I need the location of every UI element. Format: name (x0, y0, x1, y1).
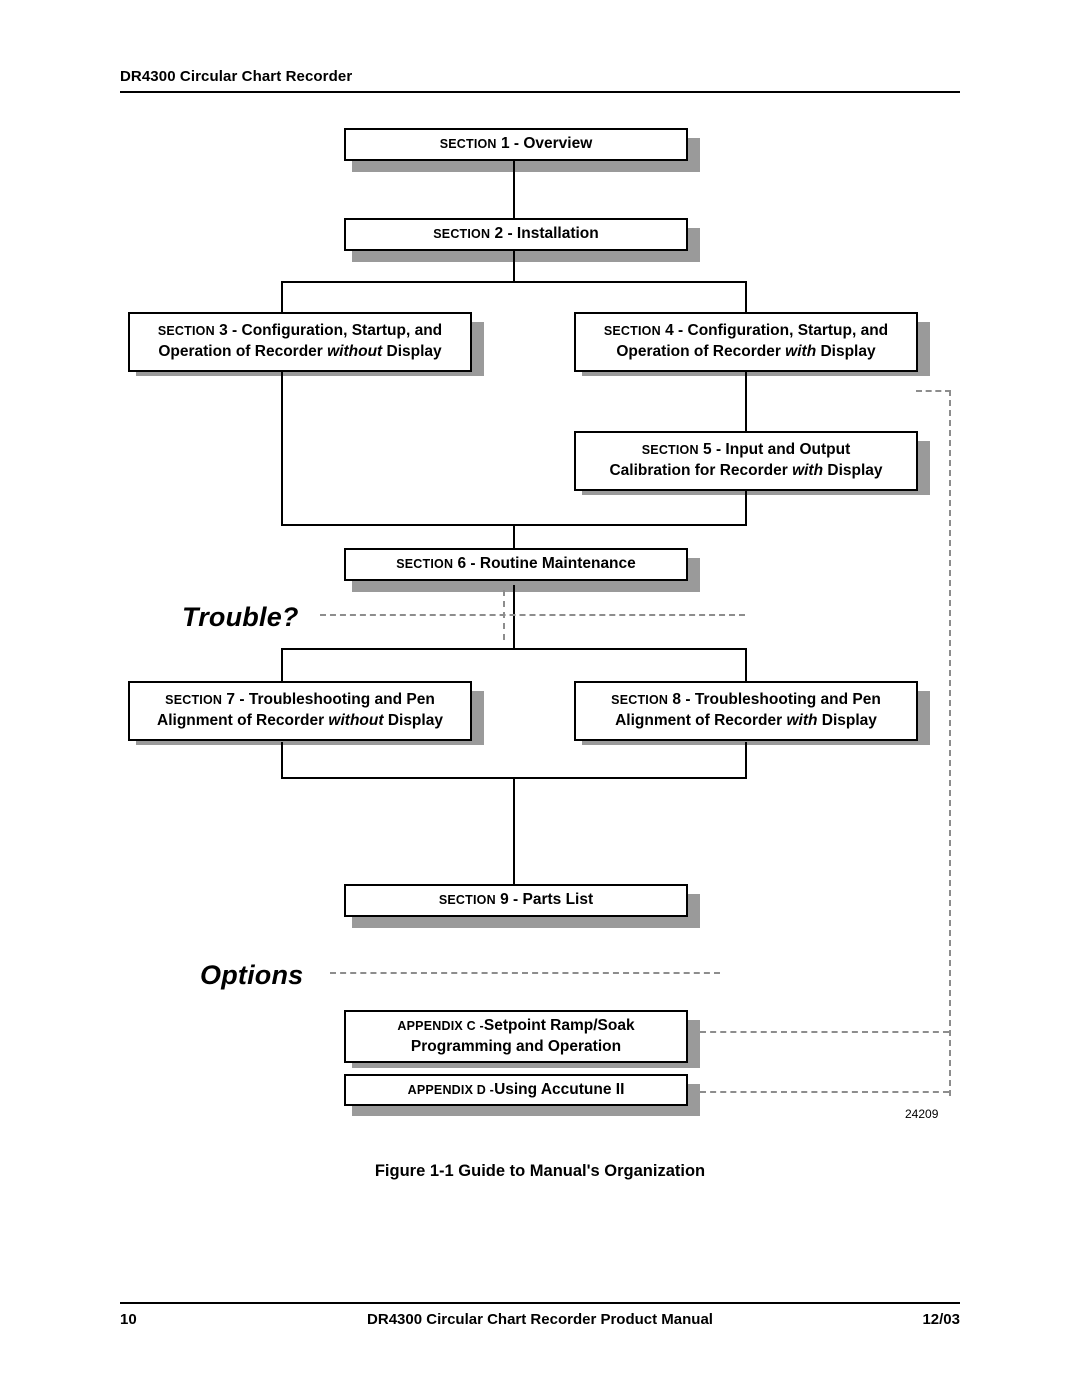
drawing-number: 24209 (905, 1107, 939, 1121)
node-section-6-label: SECTION 6 - Routine Maintenance (396, 555, 636, 573)
connector-split-bar-s3-s4 (281, 281, 747, 283)
node-appendix-d-label: APPENDIX D -Using Accutune II (407, 1080, 625, 1098)
connector-down-to-s4 (745, 281, 747, 313)
node-section-5-label: SECTION 5 - Input and Output Calibration … (609, 441, 883, 479)
node-section-4-label: SECTION 4 - Configuration, Startup, and O… (603, 322, 889, 360)
connector-s8-down (745, 742, 747, 778)
node-section-7[interactable]: SECTION 7 - Troubleshooting and Pen Align… (128, 681, 472, 741)
connector-s1-s2 (513, 160, 515, 222)
node-section-1-label: SECTION 1 - Overview (439, 135, 593, 153)
connector-down-to-s8 (745, 648, 747, 681)
node-appendix-c[interactable]: APPENDIX C -Setpoint Ramp/Soak Programmin… (344, 1010, 688, 1063)
connector-s6-down (513, 585, 515, 649)
dashed-trouble-vertical (503, 590, 505, 640)
node-section-8-label: SECTION 8 - Troubleshooting and Pen Align… (611, 691, 881, 729)
node-section-1[interactable]: SECTION 1 - Overview (344, 128, 688, 161)
document-page: DR4300 Circular Chart Recorder SECTION 1… (0, 0, 1080, 1397)
dashed-branch-appendix-d (700, 1091, 949, 1093)
connector-into-s6 (513, 524, 515, 548)
connector-down-to-s7 (281, 648, 283, 681)
node-section-2-label: SECTION 2 - Installation (433, 225, 599, 243)
connector-s7-down (281, 742, 283, 778)
figure-caption: Figure 1-1 Guide to Manual's Organizatio… (374, 1162, 706, 1180)
connector-down-to-s3 (281, 281, 283, 313)
connector-s2-down (513, 250, 515, 282)
footer-rule (120, 1302, 960, 1304)
footer-date: 12/03 (922, 1311, 960, 1328)
connector-s3-down (281, 372, 283, 525)
dashed-branch-appendix-c (700, 1031, 949, 1033)
label-options: Options (200, 960, 314, 991)
connector-s5-down (745, 490, 747, 525)
node-appendix-d[interactable]: APPENDIX D -Using Accutune II (344, 1074, 688, 1106)
node-section-3[interactable]: SECTION 3 - Configuration, Startup, and O… (128, 312, 472, 372)
node-section-4[interactable]: SECTION 4 - Configuration, Startup, and O… (574, 312, 918, 372)
node-section-3-label: SECTION 3 - Configuration, Startup, and O… (157, 322, 443, 360)
node-section-9[interactable]: SECTION 9 - Parts List (344, 884, 688, 917)
dashed-rail-vertical (949, 390, 951, 1096)
label-trouble: Trouble? (182, 602, 309, 633)
node-section-5[interactable]: SECTION 5 - Input and Output Calibration … (574, 431, 918, 491)
dashed-trouble-horizontal (320, 614, 745, 616)
node-appendix-c-label: APPENDIX C -Setpoint Ramp/Soak Programmin… (397, 1016, 635, 1055)
connector-s4-s5 (745, 372, 747, 432)
connector-split-bar-s7-s8 (281, 648, 747, 650)
node-section-9-label: SECTION 9 - Parts List (438, 891, 594, 909)
manual-organization-flowchart: SECTION 1 - Overview SECTION 2 - Install… (0, 0, 1080, 1240)
connector-into-s9 (513, 777, 515, 884)
dashed-branch-top (916, 390, 951, 392)
node-section-7-label: SECTION 7 - Troubleshooting and Pen Align… (157, 691, 443, 729)
node-section-2[interactable]: SECTION 2 - Installation (344, 218, 688, 251)
dashed-options-horizontal (330, 972, 720, 974)
node-section-8[interactable]: SECTION 8 - Troubleshooting and Pen Align… (574, 681, 918, 741)
node-section-6[interactable]: SECTION 6 - Routine Maintenance (344, 548, 688, 581)
